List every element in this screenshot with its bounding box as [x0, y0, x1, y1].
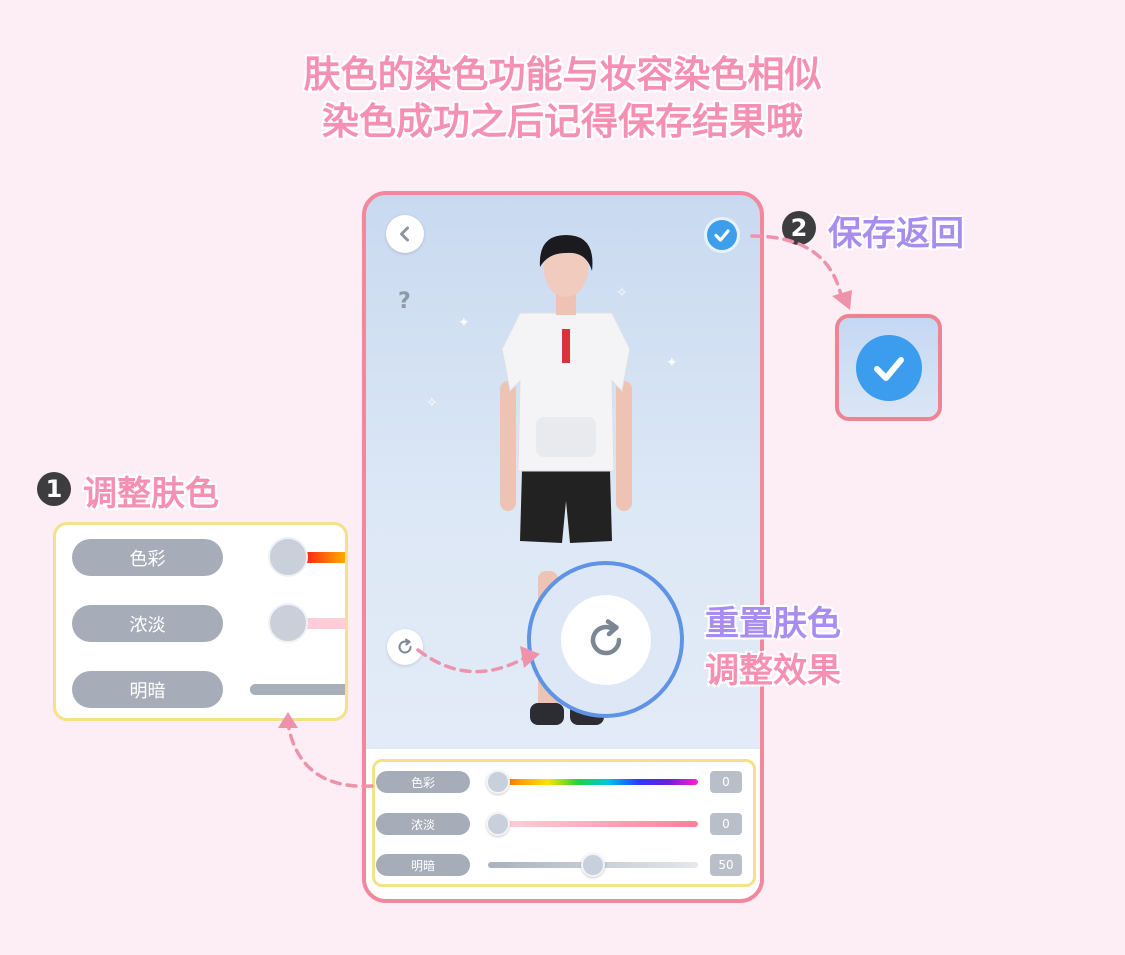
arrow-to-reset: [416, 648, 530, 674]
arrowhead-icon: [520, 646, 540, 668]
arrowhead-icon: [832, 290, 852, 310]
arrowhead-icon: [278, 712, 298, 728]
arrow-to-confirm: [750, 234, 844, 302]
arrow-to-panel: [286, 722, 374, 788]
callout-arrows: [278, 234, 852, 788]
